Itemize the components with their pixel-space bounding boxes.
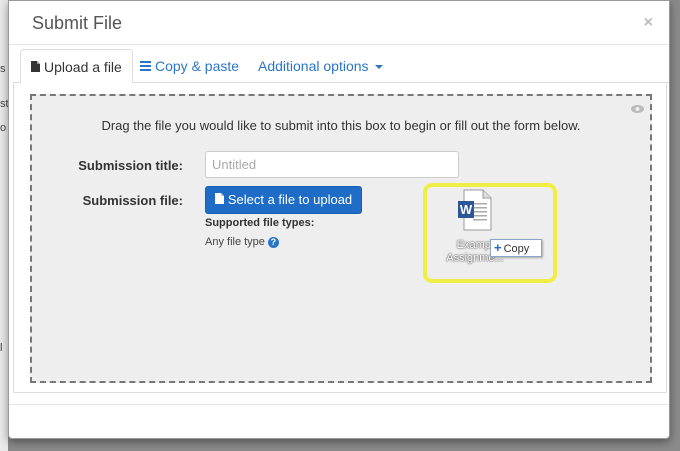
tab-copy-paste[interactable]: Copy & paste (130, 49, 249, 84)
background-text: s (0, 63, 6, 75)
submission-title-input[interactable] (205, 151, 459, 178)
select-file-label: Select a file to upload (227, 192, 353, 207)
modal-footer (9, 404, 669, 438)
eye-icon[interactable] (631, 102, 644, 116)
svg-text:W: W (460, 202, 473, 217)
modal-title: Submit File (32, 13, 123, 33)
list-icon (140, 50, 151, 84)
tab-bar: Upload a file Copy & paste Additional op… (13, 47, 669, 84)
any-file-type-text: Any file type? (205, 236, 279, 248)
tab-label: Upload a file (44, 59, 122, 75)
file-icon (31, 51, 40, 85)
dropzone-instruction: Drag the file you would like to submit i… (101, 118, 581, 133)
background-text: l (0, 342, 3, 354)
modal-header: Submit File × (9, 1, 669, 45)
tab-label: Additional options (258, 58, 369, 74)
select-file-button[interactable]: Select a file to upload (205, 186, 362, 214)
file-icon (214, 187, 224, 213)
submission-title-label: Submission title: (78, 158, 183, 173)
tab-label: Copy & paste (155, 58, 240, 74)
close-button[interactable]: × (644, 14, 653, 32)
background-text: o (0, 122, 7, 134)
tab-upload-file[interactable]: Upload a file (20, 49, 133, 84)
supported-types-label: Supported file types: (205, 217, 315, 229)
word-document-icon[interactable]: W (458, 189, 492, 231)
tab-additional-options[interactable]: Additional options (248, 49, 393, 84)
plus-icon: + (494, 240, 502, 255)
any-file-type-label: Any file type (205, 236, 265, 248)
copy-drag-tooltip: + Copy (490, 239, 542, 257)
file-dropzone[interactable]: Drag the file you would like to submit i… (30, 94, 652, 383)
upload-tab-pane: Drag the file you would like to submit i… (13, 83, 667, 393)
submission-file-label: Submission file: (82, 193, 183, 208)
copy-label: Copy (503, 243, 530, 255)
caret-down-icon (374, 65, 383, 70)
help-icon[interactable]: ? (267, 236, 279, 248)
submit-file-modal: Submit File × Upload a file Copy & paste… (8, 0, 670, 439)
